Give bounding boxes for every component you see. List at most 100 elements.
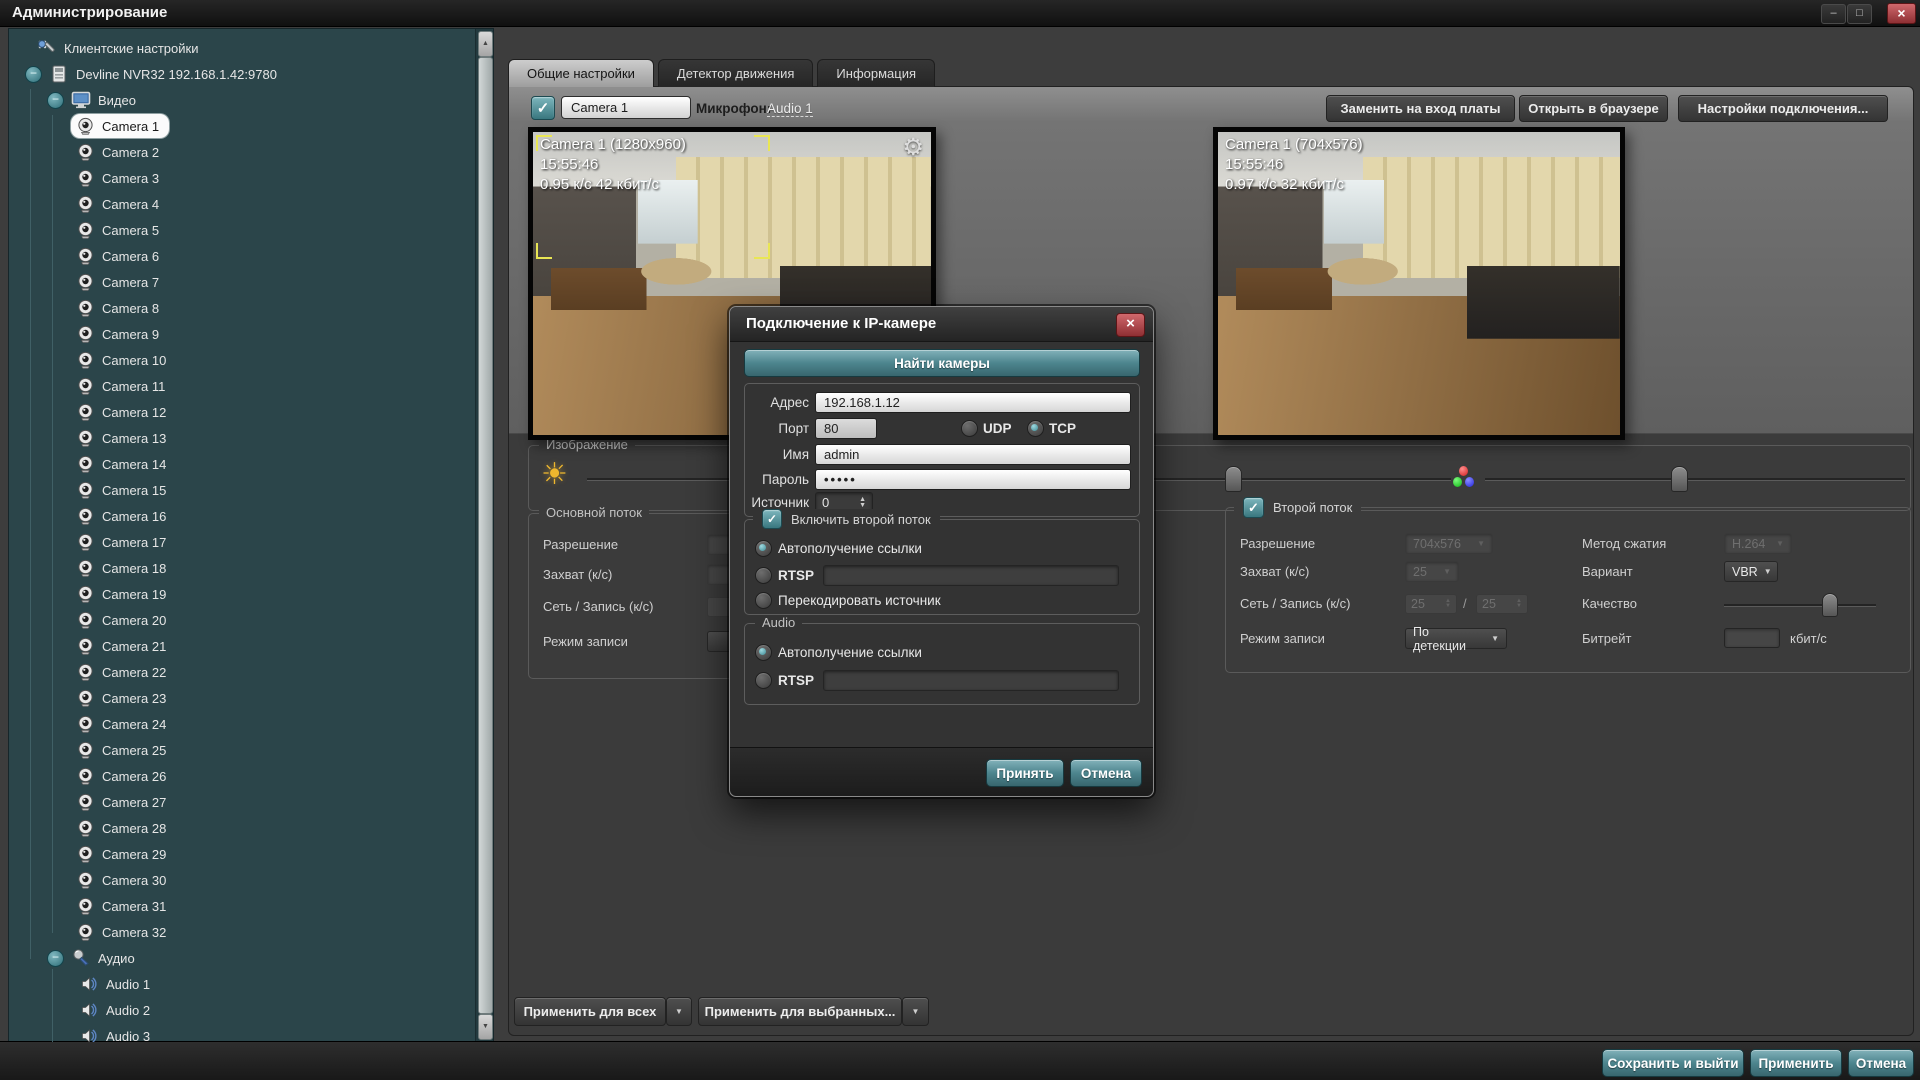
apply-for-all-dropdown[interactable]: ▼ — [666, 997, 692, 1026]
tree-item-audio[interactable]: Audio 3 — [9, 1023, 475, 1043]
tree-item-camera[interactable]: Camera 1 — [9, 113, 475, 139]
tree-item-camera[interactable]: Camera 26 — [9, 763, 475, 789]
quality-slider-handle[interactable] — [1822, 593, 1838, 617]
scroll-down-button[interactable]: ▼ — [478, 1014, 493, 1040]
scrollbar-thumb[interactable] — [478, 57, 493, 1014]
apply-for-selected-button[interactable]: Применить для выбранных... — [698, 997, 902, 1026]
brightness-slider-handle[interactable] — [1225, 466, 1242, 492]
tab-motion-detector[interactable]: Детектор движения — [658, 59, 814, 87]
bitrate-input[interactable] — [1724, 628, 1780, 648]
audio-rtsp-input[interactable] — [823, 670, 1119, 691]
tree-item-camera[interactable]: Camera 25 — [9, 737, 475, 763]
tree-item-camera[interactable]: Camera 21 — [9, 633, 475, 659]
tree-item-client-settings[interactable]: Клиентские настройки — [9, 35, 475, 61]
tree-item-camera[interactable]: Camera 20 — [9, 607, 475, 633]
dialog-accept-button[interactable]: Принять — [986, 759, 1064, 787]
replace-with-board-input-button[interactable]: Заменить на вход платы — [1326, 95, 1515, 122]
tree-item-camera[interactable]: Camera 32 — [9, 919, 475, 945]
scroll-up-button[interactable]: ▲ — [478, 31, 493, 57]
tree-item-camera[interactable]: Camera 10 — [9, 347, 475, 373]
second-net-rate-spinner[interactable]: 25▲▼ — [1405, 594, 1457, 614]
tree-item-camera[interactable]: Camera 14 — [9, 451, 475, 477]
tree-item-camera[interactable]: Camera 13 — [9, 425, 475, 451]
audio-rtsp-radio[interactable] — [755, 672, 772, 689]
cancel-button[interactable]: Отмена — [1848, 1049, 1914, 1077]
close-window-button[interactable]: × — [1887, 3, 1916, 24]
tree-item-camera[interactable]: Camera 19 — [9, 581, 475, 607]
tree-item-camera[interactable]: Camera 29 — [9, 841, 475, 867]
tree-item-camera[interactable]: Camera 12 — [9, 399, 475, 425]
quality-slider-track[interactable] — [1724, 604, 1876, 607]
collapse-icon[interactable]: − — [47, 950, 64, 967]
dialog-close-button[interactable]: × — [1116, 313, 1145, 337]
tree-item-camera[interactable]: Camera 23 — [9, 685, 475, 711]
gear-icon[interactable]: ⚙ — [902, 133, 924, 162]
login-input[interactable] — [815, 444, 1131, 465]
tree-item-camera[interactable]: Camera 24 — [9, 711, 475, 737]
port-input[interactable] — [815, 418, 877, 439]
tree-item-video-group[interactable]: − Видео — [9, 87, 475, 113]
find-cameras-button[interactable]: Найти камеры — [744, 349, 1140, 377]
minimize-button[interactable]: – — [1821, 4, 1846, 24]
dialog-header[interactable]: Подключение к IP-камере × — [730, 307, 1153, 342]
microphone-link[interactable]: Audio 1 — [767, 101, 813, 117]
color-slider-track[interactable] — [1485, 478, 1905, 481]
variant-select[interactable]: VBR▼ — [1724, 561, 1778, 582]
dialog-cancel-button[interactable]: Отмена — [1070, 759, 1142, 787]
save-and-exit-button[interactable]: Сохранить и выйти — [1602, 1049, 1744, 1077]
second-record-mode-select[interactable]: По детекции▼ — [1405, 628, 1507, 649]
address-input[interactable] — [815, 392, 1131, 413]
stream-rtsp-input[interactable] — [823, 565, 1119, 586]
tree-item-camera[interactable]: Camera 9 — [9, 321, 475, 347]
open-in-browser-button[interactable]: Открыть в браузере — [1519, 95, 1668, 122]
tree-item-camera[interactable]: Camera 15 — [9, 477, 475, 503]
tcp-radio[interactable] — [1027, 420, 1044, 437]
apply-button[interactable]: Применить — [1750, 1049, 1842, 1077]
camera-name-input[interactable] — [561, 96, 691, 119]
camera-enabled-checkbox[interactable]: ✓ — [531, 96, 555, 120]
tree-item-camera[interactable]: Camera 3 — [9, 165, 475, 191]
enable-second-stream-checkbox[interactable]: ✓ — [762, 509, 782, 529]
tree-item-camera[interactable]: Camera 7 — [9, 269, 475, 295]
udp-radio[interactable] — [961, 420, 978, 437]
tree-item-camera[interactable]: Camera 8 — [9, 295, 475, 321]
tree-item-server[interactable]: − Devline NVR32 192.168.1.42:9780 — [9, 61, 475, 87]
stream-rtsp-radio[interactable] — [755, 567, 772, 584]
tree-item-audio[interactable]: Audio 2 — [9, 997, 475, 1023]
apply-for-all-button[interactable]: Применить для всех — [514, 997, 666, 1026]
tab-general-settings[interactable]: Общие настройки — [508, 59, 654, 87]
audio-auto-link-radio[interactable] — [755, 644, 772, 661]
tree-item-camera[interactable]: Camera 28 — [9, 815, 475, 841]
second-stream-checkbox[interactable]: ✓ — [1243, 497, 1264, 518]
second-stream-preview[interactable]: Camera 1 (704x576) 15:55:46 0.97 к/с 32 … — [1213, 127, 1625, 440]
password-input[interactable] — [815, 469, 1131, 490]
second-record-rate-spinner[interactable]: 25▲▼ — [1476, 594, 1528, 614]
tree-item-camera[interactable]: Camera 22 — [9, 659, 475, 685]
tree-item-camera[interactable]: Camera 30 — [9, 867, 475, 893]
collapse-icon[interactable]: − — [25, 66, 42, 83]
tree-item-camera[interactable]: Camera 6 — [9, 243, 475, 269]
second-resolution-select[interactable]: 704x576▼ — [1405, 533, 1493, 554]
connection-settings-button[interactable]: Настройки подключения... — [1678, 95, 1888, 122]
tree-item-audio[interactable]: Audio 1 — [9, 971, 475, 997]
maximize-button[interactable]: □ — [1847, 4, 1872, 24]
tree-item-camera[interactable]: Camera 17 — [9, 529, 475, 555]
tree-item-camera[interactable]: Camera 18 — [9, 555, 475, 581]
color-slider-handle[interactable] — [1671, 466, 1688, 492]
tree-item-camera[interactable]: Camera 27 — [9, 789, 475, 815]
codec-select[interactable]: H.264▼ — [1724, 533, 1792, 554]
tree-item-camera[interactable]: Camera 4 — [9, 191, 475, 217]
tree-item-camera[interactable]: Camera 11 — [9, 373, 475, 399]
tree-item-audio-group[interactable]: − Аудио — [9, 945, 475, 971]
tree-item-camera[interactable]: Camera 31 — [9, 893, 475, 919]
tree-item-camera[interactable]: Camera 5 — [9, 217, 475, 243]
tree-item-camera[interactable]: Camera 16 — [9, 503, 475, 529]
apply-for-selected-dropdown[interactable]: ▼ — [902, 997, 929, 1026]
tree-scrollbar[interactable]: ▲ ▼ — [475, 29, 493, 1042]
collapse-icon[interactable]: − — [47, 92, 64, 109]
transcode-source-radio[interactable] — [755, 592, 772, 609]
tab-information[interactable]: Информация — [817, 59, 935, 87]
tree-item-camera[interactable]: Camera 2 — [9, 139, 475, 165]
second-capture-select[interactable]: 25▼ — [1405, 561, 1459, 582]
stream-auto-link-radio[interactable] — [755, 540, 772, 557]
